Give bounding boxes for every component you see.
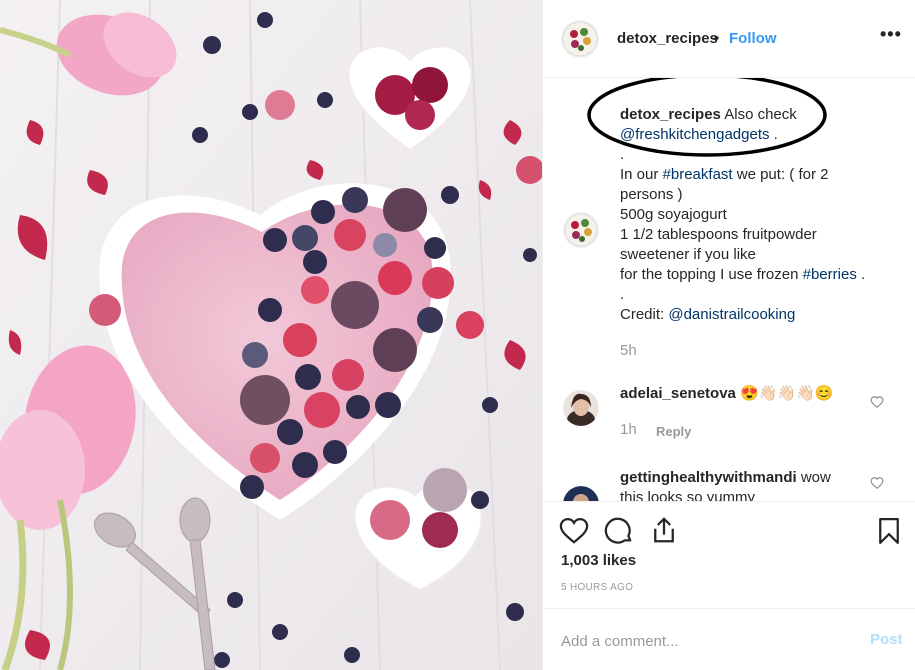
reply-button[interactable]: Reply	[656, 424, 691, 439]
more-options-icon[interactable]: •••	[880, 24, 902, 45]
post-header: detox_recipes • Follow •••	[543, 0, 915, 78]
comment-text: adelai_senetova 😍👋🏻👋🏻👋🏻😊	[620, 385, 834, 402]
caption-line-11: Credit: @danistrailcooking	[620, 306, 796, 323]
mention-link[interactable]: @danistrailcooking	[668, 306, 795, 323]
post-sidebar: detox_recipes • Follow ••• detox_recipes…	[542, 0, 915, 670]
commenter-avatar[interactable]	[563, 486, 599, 501]
caption-line-7: 1 1/2 tablespoons fruitpowder	[620, 226, 817, 243]
caption-line-4: In our #breakfast we put: ( for 2	[620, 166, 829, 183]
header-separator: •	[714, 30, 720, 47]
commenter-username[interactable]: gettinghealthywithmandi	[620, 469, 797, 486]
hashtag-link[interactable]: #berries	[803, 266, 857, 283]
annotation-ellipse	[587, 78, 827, 157]
comment-input[interactable]	[559, 629, 853, 653]
caption-line-9: for the topping I use frozen #berries .	[620, 266, 866, 283]
caption-line-10: .	[620, 286, 625, 303]
commenter-username[interactable]: adelai_senetova	[620, 385, 736, 402]
like-count[interactable]: 1,003 likes	[561, 552, 636, 569]
comments-list[interactable]: detox_recipes Also check @freshkitchenga…	[543, 78, 915, 501]
comment-like-icon[interactable]	[870, 395, 884, 409]
comment-composer: Post	[543, 608, 915, 670]
post-timestamp[interactable]: 5 HOURS AGO	[561, 582, 633, 593]
smoothie-bowl-image	[0, 0, 542, 670]
post-photo[interactable]	[0, 0, 542, 670]
follow-button[interactable]: Follow	[729, 30, 777, 47]
comment-text-continued: this looks so yummy	[620, 489, 756, 501]
share-icon[interactable]	[649, 515, 679, 545]
caption-line-5: persons )	[620, 186, 683, 203]
hashtag-link[interactable]: #breakfast	[663, 166, 733, 183]
comment-icon[interactable]	[604, 516, 634, 546]
post-comment-button[interactable]: Post	[870, 631, 903, 648]
comment-timestamp[interactable]: 1h	[620, 421, 637, 438]
caption-timestamp[interactable]: 5h	[620, 342, 637, 359]
caption-line-8: sweetener if you like	[620, 246, 756, 263]
comment-text: gettinghealthywithmandi wow	[620, 469, 831, 486]
heart-icon[interactable]	[559, 516, 589, 546]
commenter-avatar[interactable]	[563, 390, 599, 426]
caption-line-6: 500g soyajogurt	[620, 206, 727, 223]
comment-like-icon[interactable]	[870, 476, 884, 490]
author-avatar[interactable]	[561, 20, 599, 58]
caption-avatar[interactable]	[563, 212, 599, 248]
bookmark-icon[interactable]	[874, 516, 904, 546]
author-username[interactable]: detox_recipes	[617, 30, 718, 47]
